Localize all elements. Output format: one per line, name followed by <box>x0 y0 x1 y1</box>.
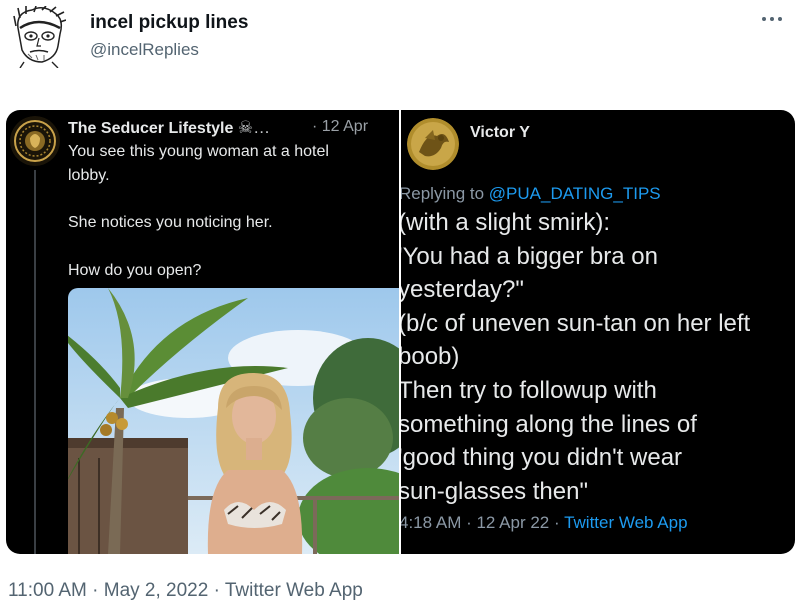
author-handle[interactable]: @incelReplies <box>90 40 199 60</box>
skull-crossbones-icon: ☠… <box>237 118 271 137</box>
replying-to: Replying to @PUA_DATING_TIPS <box>401 184 661 203</box>
left-tweet-line: lobby. <box>68 167 110 184</box>
victor-y-name: Victor Y <box>470 124 530 141</box>
reply-line: 'You had a bigger bra on <box>401 242 658 270</box>
reply-line: (b/c of uneven sun-tan on her left <box>401 309 751 337</box>
reply-line: 'good thing you didn't wear <box>401 444 683 472</box>
reply-line: boob) <box>401 343 460 371</box>
left-tweet-line: How do you open? <box>68 262 202 279</box>
reply-line: something along the lines of <box>401 410 697 438</box>
reply-line: yesterday?" <box>401 276 524 304</box>
reply-line: (with a slight smirk): <box>401 209 611 236</box>
reply-line: sun-glasses then" <box>401 477 588 505</box>
victor-y-avatar <box>407 118 459 170</box>
reply-footer: 4:18 AM · 12 Apr 22 · Twitter Web App <box>401 513 688 532</box>
victor-y-reply-body: (with a slight smirk): 'You had a bigger… <box>401 206 795 508</box>
screenshot-left: The Seducer Lifestyle ☠… · 12 Apr You se… <box>6 110 399 554</box>
seducer-lifestyle-name: The Seducer Lifestyle ☠… <box>68 118 271 137</box>
hotel-woman-photo <box>68 288 399 554</box>
author-avatar[interactable] <box>12 5 67 69</box>
left-tweet-line: You see this young woman at a hotel <box>68 143 329 160</box>
reply-line: Then try to followup with <box>401 376 657 404</box>
more-horizontal-icon[interactable] <box>758 6 786 30</box>
left-tweet-date: · 12 Apr <box>312 118 369 135</box>
tweet-media[interactable]: The Seducer Lifestyle ☠… · 12 Apr You se… <box>6 110 795 554</box>
left-tweet-line: She notices you noticing her. <box>68 214 273 231</box>
screenshot-right: Victor Y Replying to @PUA_DATING_TIPS (w… <box>401 110 795 554</box>
source-link: Twitter Web App <box>564 513 688 532</box>
seducer-lifestyle-avatar <box>10 116 60 166</box>
tweet-timestamp[interactable]: 11:00 AM · May 2, 2022 · Twitter Web App <box>8 580 363 602</box>
author-name[interactable]: incel pickup lines <box>90 12 248 34</box>
thread-line <box>34 170 36 554</box>
mention-link: @PUA_DATING_TIPS <box>488 184 661 203</box>
